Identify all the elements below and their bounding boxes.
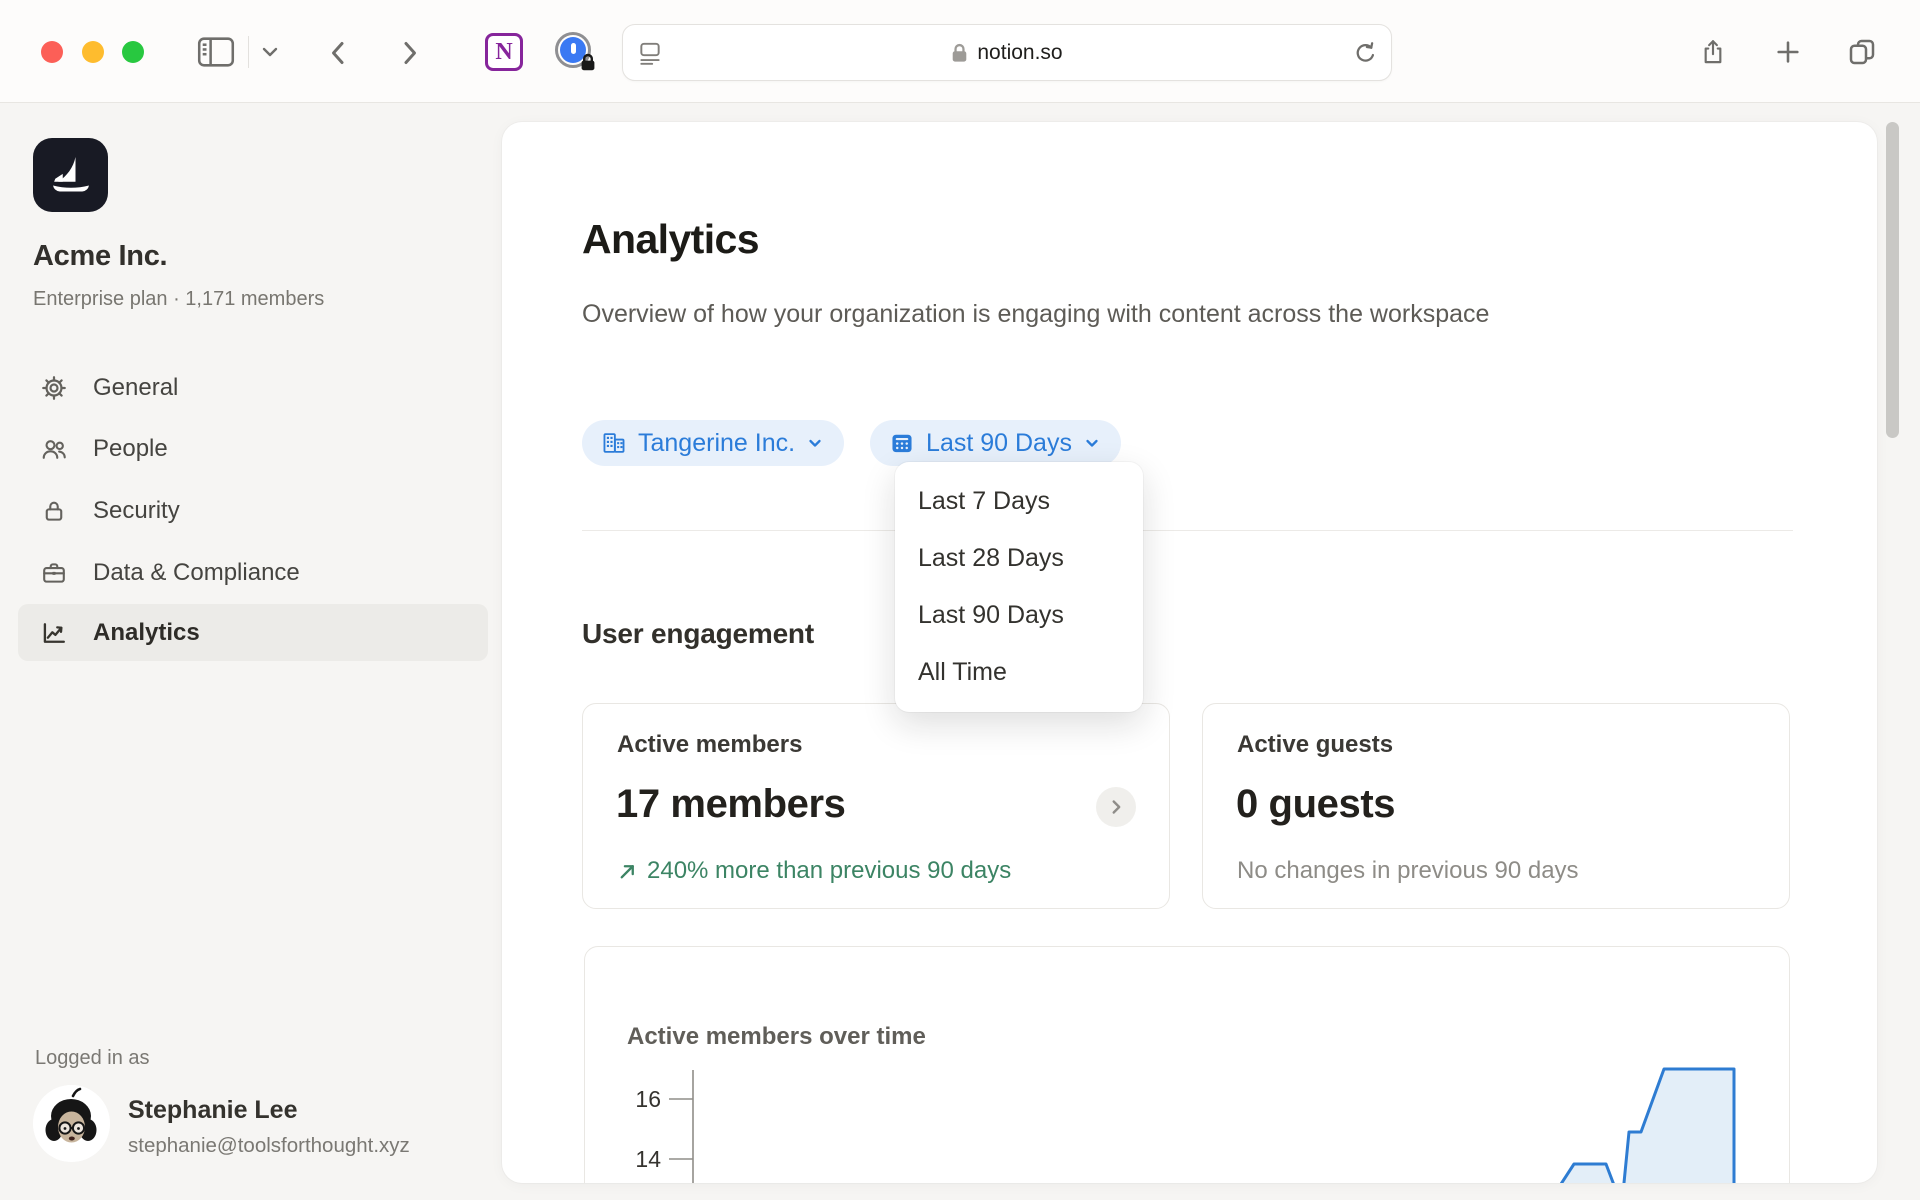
window-close-button[interactable] [41, 41, 63, 63]
settings-content-panel: Analytics Overview of how your organizat… [502, 122, 1877, 1183]
workspace-plan-info: Enterprise plan · 1,171 members [33, 288, 324, 311]
active-guests-card: Active guests 0 guests No changes in pre… [1202, 703, 1790, 909]
y-tick-14: 14 [635, 1146, 661, 1172]
chevron-down-icon [1083, 430, 1101, 456]
account-name: Stephanie Lee [128, 1096, 298, 1125]
card-delta: 240% more than previous 90 days [617, 857, 1011, 885]
sidebar-item-label: People [93, 435, 168, 463]
building-icon [601, 430, 627, 456]
menu-item-last-90-days[interactable]: Last 90 Days [895, 587, 1143, 644]
workspace-filter-label: Tangerine Inc. [638, 429, 795, 458]
logged-in-as-label: Logged in as [35, 1047, 150, 1070]
share-icon[interactable] [1697, 36, 1729, 68]
filter-row: Tangerine Inc. [582, 420, 1121, 466]
sidebar-item-data-compliance[interactable]: Data & Compliance [18, 544, 488, 601]
sidebar-item-label: Security [93, 497, 180, 525]
date-range-dropdown-menu: Last 7 Days Last 28 Days Last 90 Days Al… [895, 462, 1143, 712]
scrollbar-thumb[interactable] [1886, 122, 1899, 438]
new-tab-icon[interactable] [1773, 37, 1803, 67]
url-domain: notion.so [977, 41, 1062, 65]
chevron-right-icon [1105, 796, 1127, 818]
sidebar-item-security[interactable]: Security [18, 482, 488, 539]
sidebar-item-general[interactable]: General [18, 359, 488, 416]
active-members-chart-card: Active members over time 16 14 [584, 946, 1790, 1183]
window-zoom-button[interactable] [122, 41, 144, 63]
sidebar-item-analytics[interactable]: Analytics [18, 604, 488, 661]
workspace-filter-pill[interactable]: Tangerine Inc. [582, 420, 844, 466]
sidebar-item-label: Analytics [93, 619, 200, 647]
people-icon [40, 435, 68, 463]
workspace-logo[interactable] [33, 138, 108, 212]
address-bar[interactable]: notion.so [622, 24, 1392, 81]
date-range-filter-pill[interactable]: Last 90 Days [870, 420, 1121, 466]
menu-item-last-7-days[interactable]: Last 7 Days [895, 473, 1143, 530]
sailboat-icon [44, 148, 98, 202]
area-chart: 16 14 [585, 947, 1791, 1183]
active-members-card: Active members 17 members 240% more than… [582, 703, 1170, 909]
date-range-filter-label: Last 90 Days [926, 429, 1072, 458]
section-title: User engagement [582, 618, 814, 650]
page-title: Analytics [582, 216, 759, 263]
avatar[interactable] [33, 1085, 110, 1162]
y-tick-16: 16 [635, 1086, 661, 1112]
forward-icon[interactable] [396, 38, 424, 68]
tab-overview-icon[interactable] [1845, 35, 1879, 69]
card-detail-button[interactable] [1096, 787, 1136, 827]
lock-icon [40, 497, 68, 525]
avatar-illustration-icon [33, 1085, 110, 1162]
back-icon[interactable] [324, 38, 352, 68]
notion-extension-icon[interactable]: N [485, 33, 523, 71]
briefcase-icon [40, 559, 68, 587]
safari-window: N notion.so [0, 0, 1920, 1200]
section-divider [582, 530, 1793, 531]
workspace-name: Acme Inc. [33, 240, 167, 273]
page-description: Overview of how your organization is eng… [582, 294, 1532, 335]
calendar-icon [889, 430, 915, 456]
tls-lock-icon [951, 43, 968, 63]
menu-item-last-28-days[interactable]: Last 28 Days [895, 530, 1143, 587]
card-value: 17 members [616, 782, 845, 827]
password-manager-extension-icon[interactable] [555, 32, 597, 72]
sidebar-item-people[interactable]: People [18, 420, 488, 477]
sidebar-toggle-icon[interactable] [194, 34, 238, 70]
chevron-down-icon[interactable] [258, 44, 282, 60]
card-title: Active guests [1237, 731, 1393, 759]
arrow-up-right-icon [617, 861, 638, 882]
gear-icon [40, 374, 68, 402]
trending-chart-icon [40, 619, 68, 647]
card-title: Active members [617, 731, 802, 759]
lock-badge-icon [579, 53, 597, 72]
reload-icon[interactable] [1352, 40, 1379, 67]
window-minimize-button[interactable] [82, 41, 104, 63]
menu-item-all-time[interactable]: All Time [895, 644, 1143, 701]
account-email: stephanie@toolsforthought.xyz [128, 1134, 410, 1158]
card-delta: No changes in previous 90 days [1237, 857, 1579, 885]
card-value: 0 guests [1236, 782, 1395, 827]
sidebar-item-label: Data & Compliance [93, 559, 300, 587]
toolbar-divider [248, 36, 249, 68]
sidebar-item-label: General [93, 374, 178, 402]
chevron-down-icon [806, 430, 824, 456]
